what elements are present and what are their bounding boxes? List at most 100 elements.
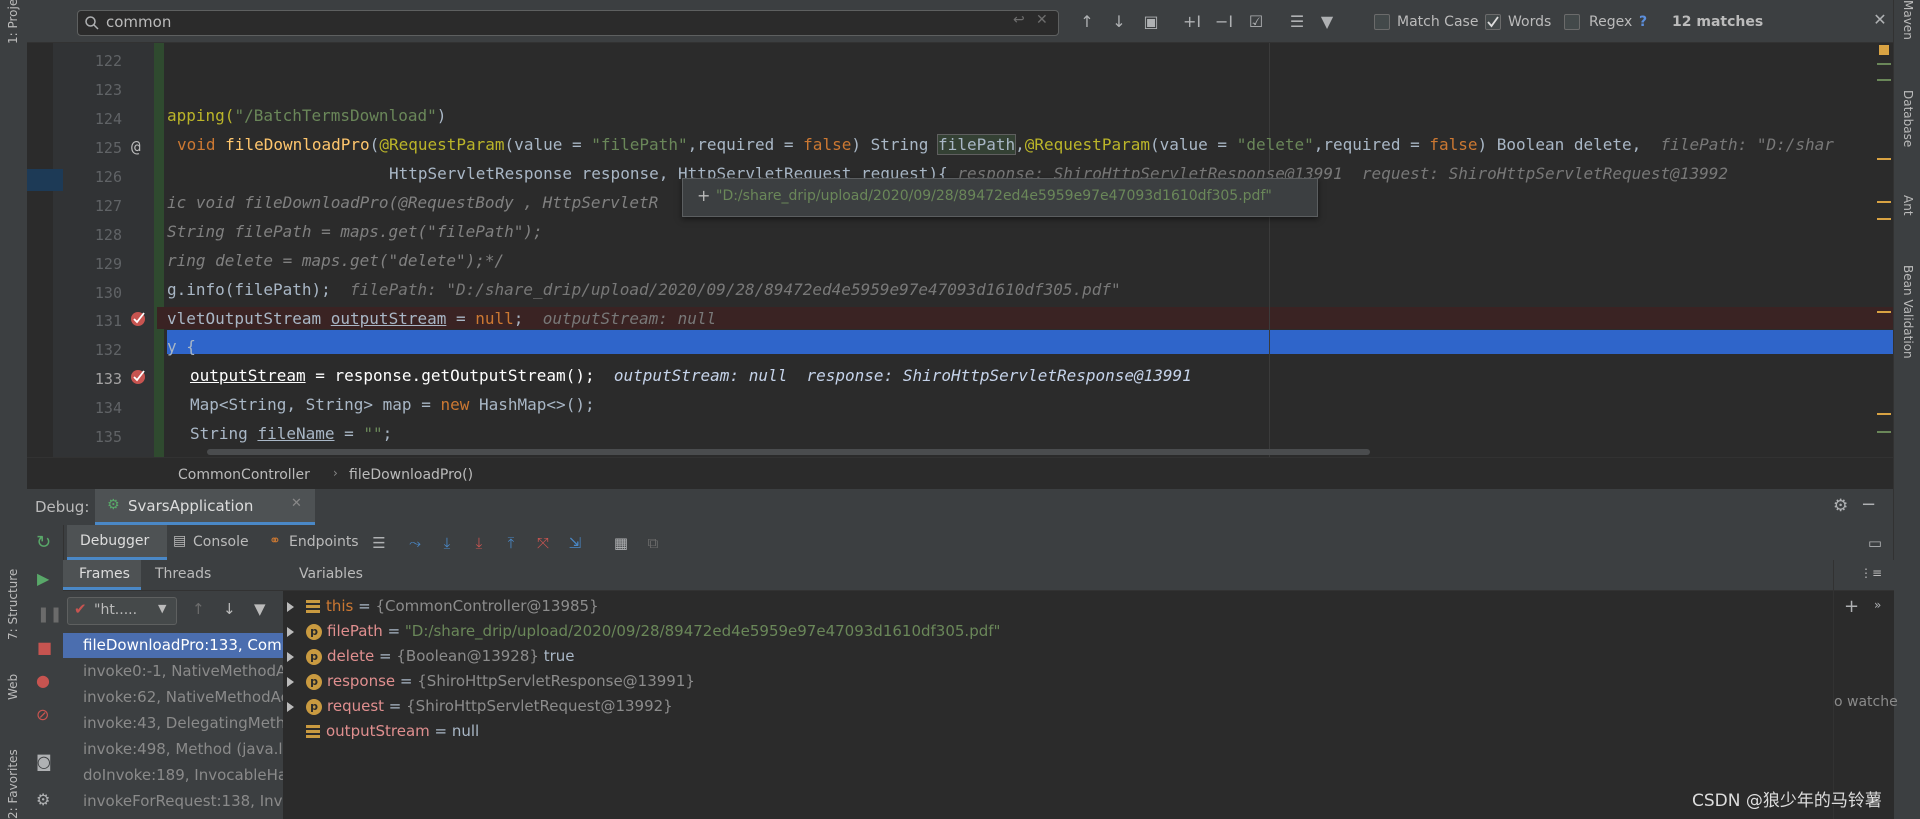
pause-icon[interactable]: ❚❚ (37, 605, 62, 623)
filter-icon[interactable]: ▼ (1317, 12, 1337, 32)
horizontal-scrollbar[interactable] (207, 449, 1370, 455)
variable-row[interactable]: p request = {ShiroHttpServletRequest@1399… (287, 694, 673, 718)
watches-options-icon[interactable]: ⋮≡ (1860, 566, 1882, 580)
project-tab[interactable]: 1: Project (6, 0, 20, 44)
next-occurrence-icon[interactable]: ↓ (1109, 12, 1129, 32)
filter-search-results-icon[interactable]: ☰ (1287, 12, 1307, 32)
expand-arrow-icon[interactable] (287, 601, 294, 612)
previous-occurrence-icon[interactable]: ↑ (1077, 12, 1097, 32)
search-query[interactable]: common (106, 13, 171, 31)
close-tab-icon[interactable]: ✕ (291, 496, 302, 511)
expand-arrow-icon[interactable] (287, 651, 294, 662)
settings-gear-icon[interactable]: ⚙ (1833, 496, 1848, 516)
diff-marker (27, 169, 63, 191)
changed-lines-marker (154, 43, 164, 457)
more-icon[interactable]: » (1874, 598, 1881, 612)
drop-frame-icon[interactable]: ⤧ (533, 533, 553, 553)
remove-selection-icon[interactable]: −I (1214, 12, 1234, 32)
run-config-name: SvarsApplication (128, 497, 254, 515)
variable-row[interactable]: p delete = {Boolean@13928} true (287, 644, 574, 668)
tab-frames[interactable]: Frames (63, 560, 141, 590)
add-selection-icon[interactable]: +I (1182, 12, 1202, 32)
expand-arrow-icon[interactable] (287, 701, 294, 712)
tab-endpoints[interactable]: Endpoints (289, 534, 359, 550)
breadcrumb-method[interactable]: fileDownloadPro() (349, 467, 473, 483)
value-tooltip[interactable]: + "D:/share_drip/upload/2020/09/28/89472… (682, 178, 1318, 217)
regex-checkbox[interactable] (1564, 14, 1580, 30)
force-step-into-icon[interactable]: ⤒ (501, 533, 521, 553)
evaluate-expression-icon[interactable]: ▦ (611, 533, 631, 553)
settings-icon[interactable]: ⚙ (36, 790, 50, 809)
rerun-icon[interactable]: ↻ (36, 532, 51, 553)
camera-icon[interactable]: ◙ (36, 752, 52, 771)
frames-panel: Frames Threads ✔ "ht..... ▼ ↑ ↓ ▼ fileDo… (63, 560, 284, 819)
line-number: 135 (94, 428, 122, 446)
variable-row[interactable]: this = {CommonController@13985} (287, 594, 599, 618)
words-checkbox[interactable] (1485, 14, 1501, 30)
tab-console[interactable]: Console (193, 534, 249, 550)
frame-item[interactable]: fileDownloadPro:133, CommonController (63, 633, 283, 658)
frame-item[interactable]: invokeForRequest:138, InvocableHandlerMe… (63, 789, 283, 814)
annotation-gutter-icon[interactable]: @ (131, 137, 141, 156)
database-tab[interactable]: Database (1901, 90, 1915, 147)
tab-threads[interactable]: Threads (155, 566, 211, 582)
variable-row[interactable]: p filePath = "D:/share_drip/upload/2020/0… (287, 619, 1000, 643)
regex-help-icon[interactable]: ? (1639, 14, 1647, 30)
match-case-checkbox[interactable] (1374, 14, 1390, 30)
show-execution-point-icon[interactable]: ⤳ (405, 533, 425, 553)
breadcrumb-class[interactable]: CommonController (178, 467, 310, 483)
add-watch-icon[interactable]: + (1844, 596, 1859, 617)
tooltip-value: "D:/share_drip/upload/2020/09/28/89472ed… (716, 188, 1272, 204)
parameter-icon: p (306, 623, 322, 640)
code-line-127: ic void fileDownloadPro(@RequestBody , H… (167, 193, 659, 212)
debug-actions-column: ↻ ▶ ❚❚ ■ ● ⊘ ◙ ⚙ (27, 525, 64, 819)
frame-item[interactable]: invoke0:-1, NativeMethodAccessorImpl (63, 659, 283, 684)
tab-debugger[interactable]: Debugger (67, 525, 167, 560)
run-config-tab[interactable]: ⚙ SvarsApplication ✕ (95, 489, 315, 525)
trace-stream-icon[interactable]: ⧉ (643, 533, 663, 553)
bean-validation-tab[interactable]: Bean Validation (1901, 265, 1915, 359)
console-icon: ▤ (173, 533, 187, 549)
previous-frame-icon[interactable]: ↑ (192, 600, 205, 618)
hide-panel-icon[interactable]: − (1861, 494, 1876, 515)
variables-panel: Variables this = {CommonController@13985… (283, 560, 1833, 819)
maven-tab[interactable]: Maven (1901, 0, 1915, 40)
structure-tab[interactable]: 7: Structure (6, 540, 20, 640)
filter-frames-icon[interactable]: ▼ (254, 600, 266, 618)
restore-layout-icon[interactable]: ☰ (369, 533, 389, 553)
web-tab[interactable]: Web (6, 660, 20, 700)
frame-item[interactable]: invoke:62, NativeMethodAccessorImpl (63, 685, 283, 710)
clear-search-icon[interactable]: ✕ (1036, 12, 1048, 28)
run-to-cursor-icon[interactable]: ⇲ (565, 533, 585, 553)
new-line-icon[interactable]: ↩ (1013, 12, 1025, 28)
parameter-icon: p (306, 648, 322, 665)
step-over-icon[interactable]: ⤓ (437, 533, 457, 553)
resume-icon[interactable]: ▶ (37, 569, 49, 588)
search-input[interactable]: common ↩ ✕ (77, 10, 1059, 36)
mute-breakpoints-icon[interactable]: ⊘ (36, 705, 49, 724)
toggle-selection-icon[interactable]: ☑ (1246, 12, 1266, 32)
error-stripe[interactable] (1877, 43, 1891, 457)
step-into-icon[interactable]: ⤓ (469, 533, 489, 553)
favorites-tab[interactable]: 2: Favorites (6, 735, 20, 819)
expand-arrow-icon[interactable] (287, 676, 294, 687)
breakpoint-icon[interactable] (130, 368, 148, 386)
frame-item[interactable]: doInvoke:189, InvocableHandlerMethod (63, 763, 283, 788)
frame-item[interactable]: invoke:498, Method (java.lang.reflect) (63, 737, 283, 762)
ant-tab[interactable]: Ant (1901, 195, 1915, 216)
code-editor[interactable]: 122 123 124 125 126 127 128 129 130 131 … (27, 43, 1893, 457)
next-frame-icon[interactable]: ↓ (223, 600, 236, 618)
thread-select[interactable]: ✔ "ht..... ▼ (67, 597, 177, 625)
expand-arrow-icon[interactable] (287, 626, 294, 637)
variable-row[interactable]: p response = {ShiroHttpServletResponse@13… (287, 669, 695, 693)
expand-icon[interactable]: + (697, 186, 710, 205)
breakpoint-icon[interactable] (130, 310, 148, 328)
variable-row[interactable]: outputStream = null (287, 719, 479, 743)
frame-item[interactable]: invoke:43, DelegatingMethodAccessorImpl (63, 711, 283, 736)
view-breakpoints-icon[interactable]: ● (36, 671, 50, 690)
close-find-icon[interactable]: ✕ (1870, 10, 1890, 30)
layout-settings-icon[interactable]: ▭ (1865, 533, 1885, 553)
debug-tool-window-header: Debug: ⚙ SvarsApplication ✕ ⚙ − (27, 489, 1893, 526)
select-all-occurrences-icon[interactable]: ▣ (1141, 12, 1161, 32)
stop-icon[interactable]: ■ (37, 638, 52, 657)
